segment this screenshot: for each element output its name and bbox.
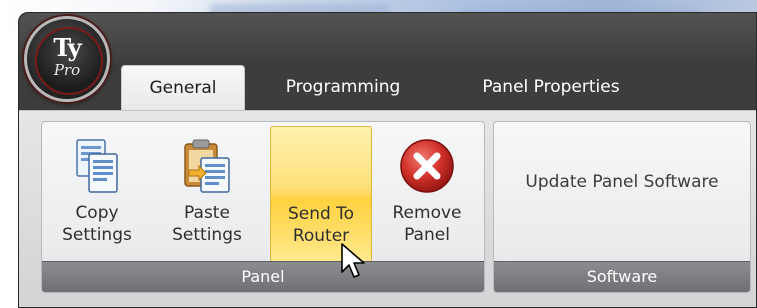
logo-text-ty: Ty xyxy=(53,33,81,62)
mouse-cursor-icon xyxy=(341,243,365,278)
copy-settings-button[interactable]: Copy Settings xyxy=(46,126,148,262)
remove-panel-label-line1: Remove xyxy=(392,203,462,223)
software-group-label: Software xyxy=(494,261,750,292)
tab-panel-properties[interactable]: Panel Properties xyxy=(451,65,651,109)
app-menu-orb[interactable]: Ty Pro xyxy=(24,16,110,102)
remove-x-icon xyxy=(400,139,454,193)
copy-settings-label-line1: Copy xyxy=(75,203,119,223)
paste-clipboard-icon xyxy=(184,139,230,193)
panel-group-label: Panel xyxy=(42,261,484,292)
ribbon-body: Copy Settings Paste Settings Send To Rou… xyxy=(19,110,756,307)
remove-panel-button[interactable]: Remove Panel xyxy=(376,126,478,262)
send-to-router-label-line1: Send To xyxy=(287,204,355,224)
title-strip xyxy=(19,13,756,71)
paste-settings-button[interactable]: Paste Settings xyxy=(156,126,258,262)
panel-group: Copy Settings Paste Settings Send To Rou… xyxy=(41,121,485,293)
paste-settings-label-line1: Paste xyxy=(184,203,230,223)
copy-settings-label-line2: Settings xyxy=(62,225,132,245)
remove-panel-label-line2: Panel xyxy=(404,225,450,245)
app-window: Ty Pro General Programming Panel Propert… xyxy=(18,12,757,308)
paste-settings-label-line2: Settings xyxy=(172,225,242,245)
update-panel-software-button[interactable]: Update Panel Software xyxy=(494,162,750,202)
tab-programming[interactable]: Programming xyxy=(263,65,423,109)
copy-documents-icon xyxy=(76,139,118,193)
logo-text-pro: Pro xyxy=(53,61,81,79)
tab-general[interactable]: General xyxy=(121,65,245,112)
software-group: Update Panel Software Software xyxy=(493,121,751,293)
